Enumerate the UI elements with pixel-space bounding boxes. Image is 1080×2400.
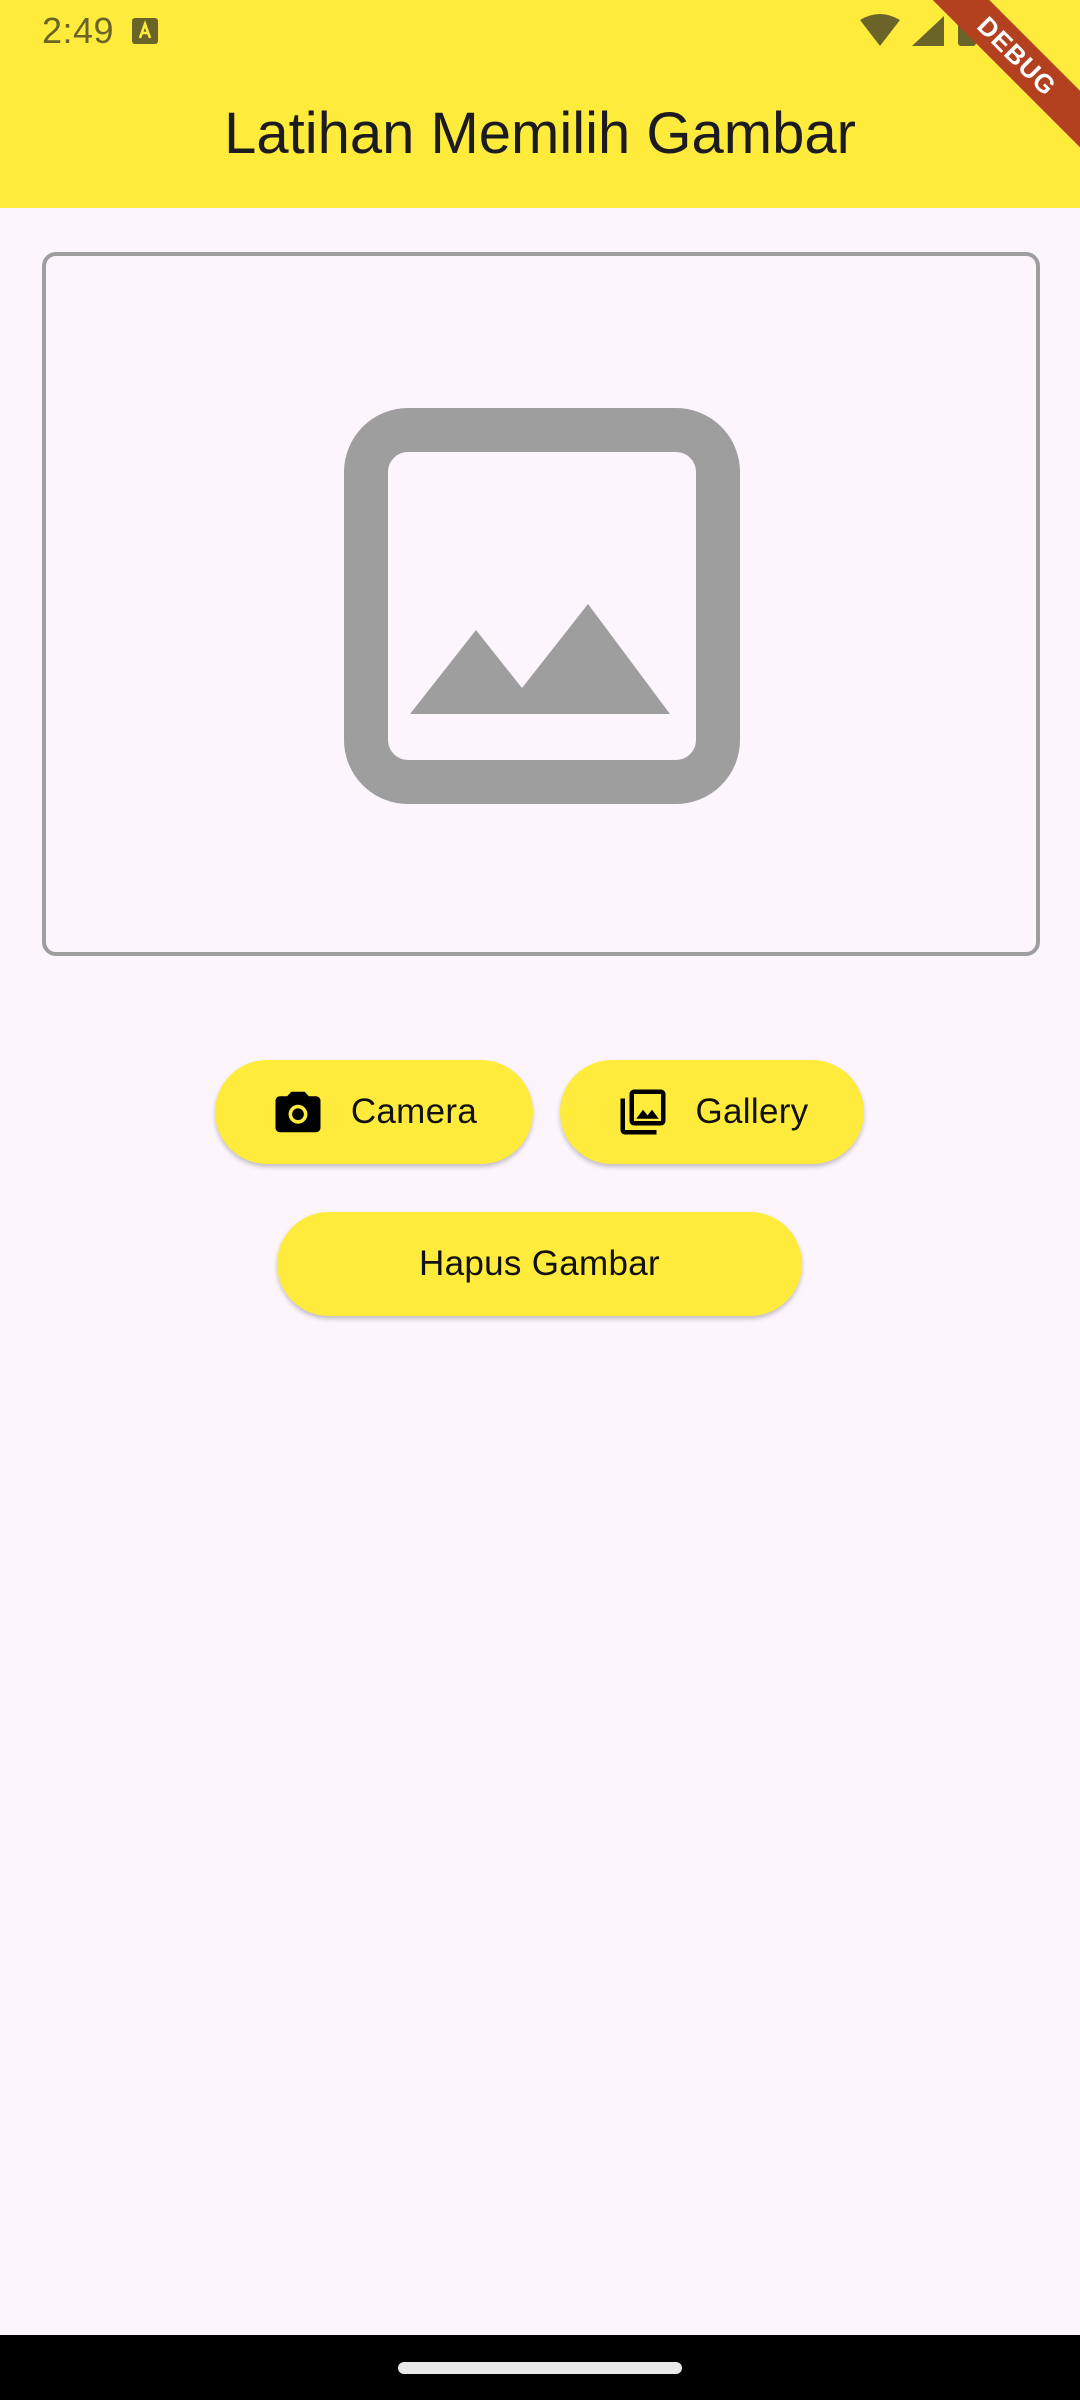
- status-time: 2:49: [42, 10, 115, 51]
- status-icons: [860, 12, 976, 46]
- keyboard-a-icon: [132, 18, 158, 44]
- image-placeholder-icon: [344, 408, 740, 804]
- camera-button-label: Camera: [350, 1092, 478, 1131]
- page-title: Latihan Memilih Gambar: [224, 101, 856, 166]
- delete-image-button-label: Hapus Gambar: [419, 1244, 660, 1283]
- status-bar: 2:49: [0, 0, 1080, 62]
- battery-icon: [958, 12, 976, 46]
- camera-icon: [275, 1091, 321, 1133]
- top-app-bar: 2:49 Latihan Memilih Gambar: [0, 0, 1080, 208]
- image-preview: [42, 252, 1040, 956]
- gallery-button-label: Gallery: [695, 1092, 809, 1131]
- app-screen: 2:49 Latihan Memilih Gambar DEBUG Camera…: [0, 0, 1080, 2400]
- wifi-icon: [860, 14, 900, 46]
- home-gesture-handle[interactable]: [398, 2362, 682, 2374]
- cell-signal-icon: [912, 16, 944, 46]
- delete-image-button[interactable]: Hapus Gambar: [277, 1212, 802, 1316]
- photo-library-icon: [620, 1089, 666, 1135]
- camera-button[interactable]: Camera: [215, 1060, 533, 1164]
- gallery-button[interactable]: Gallery: [560, 1060, 864, 1164]
